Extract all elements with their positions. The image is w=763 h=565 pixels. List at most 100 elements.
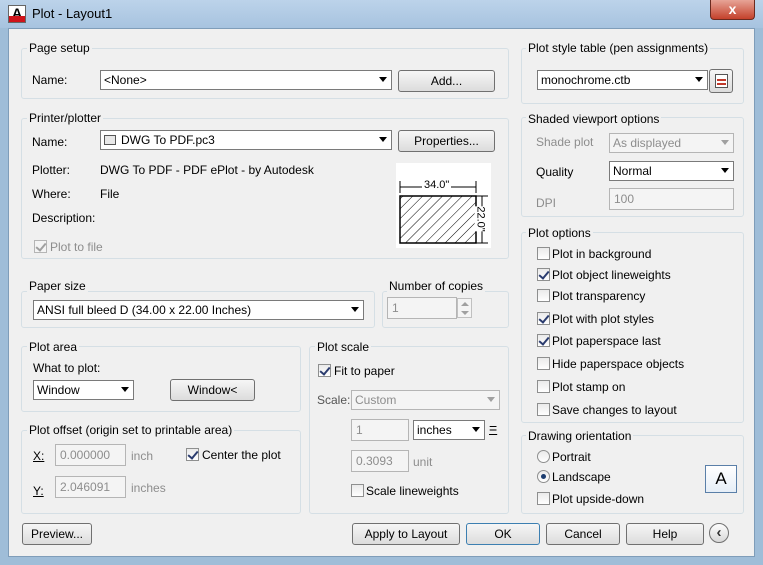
plot-in-background-checkbox[interactable]	[537, 247, 550, 260]
quality-label: Quality	[536, 165, 574, 179]
offset-y-label: Y:	[33, 484, 44, 498]
plot-area-group	[21, 346, 301, 412]
scale-lineweights-checkbox[interactable]	[351, 484, 364, 497]
portrait-radio[interactable]	[537, 450, 550, 463]
plot-paperspace-last-checkbox[interactable]	[537, 334, 550, 347]
what-to-plot-select[interactable]: Window	[33, 380, 134, 400]
scale-equals-sign: =	[489, 420, 498, 436]
shade-plot-label: Shade plot	[536, 135, 594, 149]
orientation-preview-icon: A	[705, 465, 737, 493]
chevron-down-icon	[121, 387, 129, 392]
chevron-down-icon	[695, 77, 703, 82]
close-window-button[interactable]: x	[710, 0, 755, 20]
scale-select[interactable]: Custom	[351, 390, 500, 410]
scale-units-select[interactable]: inches	[413, 420, 485, 440]
plot-paperspace-last-label: Plot paperspace last	[552, 334, 661, 348]
shaded-viewport-title: Shaded viewport options	[526, 112, 662, 126]
plotter-label: Plotter:	[32, 163, 71, 177]
chevron-down-icon	[487, 397, 495, 402]
drawing-orientation-title: Drawing orientation	[526, 429, 634, 443]
printer-plotter-icon	[104, 135, 116, 145]
plot-options-title: Plot options	[526, 226, 593, 240]
plot-offset-group	[21, 430, 301, 514]
paper-preview: 34.0" 22.0"	[396, 163, 491, 248]
close-icon: x	[728, 1, 737, 17]
center-the-plot-checkbox[interactable]	[186, 448, 199, 461]
where-value: File	[100, 187, 120, 201]
plot-dialog: Page setup Name: <None> Add... Printer/p…	[8, 28, 755, 557]
plot-object-lineweights-label: Plot object lineweights	[552, 268, 671, 282]
dpi-input[interactable]: 100	[609, 188, 734, 210]
plot-style-edit-icon	[715, 74, 728, 88]
paper-width-value: 34.0"	[422, 179, 452, 191]
printer-name-select[interactable]: DWG To PDF.pc3	[100, 130, 392, 150]
save-changes-to-layout-checkbox[interactable]	[537, 403, 550, 416]
paper-size-title: Paper size	[27, 279, 88, 293]
page-setup-name-label: Name:	[32, 73, 68, 87]
chevron-down-icon	[379, 77, 387, 82]
ok-button[interactable]: OK	[466, 523, 540, 545]
plot-upside-down-checkbox[interactable]	[537, 492, 550, 505]
plot-with-plot-styles-label: Plot with plot styles	[552, 312, 655, 326]
chevron-down-icon	[721, 168, 729, 173]
quality-select[interactable]: Normal	[609, 161, 734, 181]
chevron-down-icon	[379, 137, 387, 142]
offset-x-unit: inch	[131, 449, 154, 463]
plot-upside-down-label: Plot upside-down	[552, 492, 645, 506]
scale-unit-label: unit	[413, 455, 433, 469]
plot-style-table-title: Plot style table (pen assignments)	[526, 41, 711, 55]
edit-plot-style-button[interactable]	[709, 69, 733, 93]
add-page-setup-button[interactable]: Add...	[398, 70, 495, 92]
scale-lineweights-label: Scale lineweights	[366, 484, 459, 498]
printer-plotter-title: Printer/plotter	[27, 111, 104, 125]
page-setup-name-select[interactable]: <None>	[100, 70, 392, 90]
plot-with-plot-styles-checkbox[interactable]	[537, 312, 550, 325]
preview-button[interactable]: Preview...	[22, 523, 92, 545]
plot-stamp-on-label: Plot stamp on	[552, 380, 626, 394]
cancel-button[interactable]: Cancel	[546, 523, 620, 545]
hide-paperspace-objects-checkbox[interactable]	[537, 357, 550, 370]
printer-properties-button[interactable]: Properties...	[398, 130, 495, 152]
paper-size-select[interactable]: ANSI full bleed D (34.00 x 22.00 Inches)	[33, 300, 364, 320]
offset-y-unit: inches	[131, 481, 166, 495]
copies-spinner[interactable]	[457, 298, 472, 318]
scale-label: Scale:	[317, 393, 351, 407]
chevron-left-icon: ‹	[716, 524, 722, 541]
spin-down-icon	[461, 311, 469, 315]
chevron-down-icon	[351, 307, 359, 312]
portrait-label: Portrait	[552, 450, 591, 464]
scale-value1-input[interactable]: 1	[351, 419, 409, 441]
offset-x-input[interactable]: 0.000000	[55, 444, 126, 466]
dpi-label: DPI	[536, 196, 557, 210]
plot-object-lineweights-checkbox[interactable]	[537, 268, 550, 281]
center-the-plot-label: Center the plot	[202, 448, 281, 462]
number-of-copies-input[interactable]: 1	[387, 297, 457, 319]
description-label: Description:	[32, 211, 96, 225]
what-to-plot-label: What to plot:	[33, 361, 101, 375]
hide-paperspace-objects-label: Hide paperspace objects	[552, 357, 685, 371]
collapse-options-button[interactable]: ‹	[709, 523, 729, 543]
printer-name-label: Name:	[32, 135, 68, 149]
offset-y-input[interactable]: 2.046091	[55, 476, 126, 498]
where-label: Where:	[32, 187, 71, 201]
landscape-radio[interactable]	[537, 470, 550, 483]
apply-to-layout-button[interactable]: Apply to Layout	[352, 523, 460, 545]
help-button[interactable]: Help	[626, 523, 704, 545]
plot-stamp-on-checkbox[interactable]	[537, 380, 550, 393]
plot-style-table-select[interactable]: monochrome.ctb	[537, 70, 708, 90]
plot-scale-title: Plot scale	[315, 340, 372, 354]
plot-in-background-label: Plot in background	[552, 247, 652, 261]
scale-value2-input[interactable]: 0.3093	[351, 450, 409, 472]
autocad-app-icon[interactable]: A	[8, 5, 26, 23]
window-title: Plot - Layout1	[32, 6, 113, 21]
plot-area-title: Plot area	[27, 340, 80, 354]
plot-transparency-checkbox[interactable]	[537, 289, 550, 302]
plotter-value: DWG To PDF - PDF ePlot - by Autodesk	[100, 163, 314, 177]
spin-up-icon	[461, 302, 469, 306]
paper-height-value: 22.0"	[474, 206, 487, 232]
plot-to-file-checkbox[interactable]	[34, 240, 47, 253]
window-pick-button[interactable]: Window<	[170, 379, 255, 401]
fit-to-paper-checkbox[interactable]	[318, 364, 331, 377]
shade-plot-select[interactable]: As displayed	[609, 133, 734, 153]
chevron-down-icon	[721, 140, 729, 145]
